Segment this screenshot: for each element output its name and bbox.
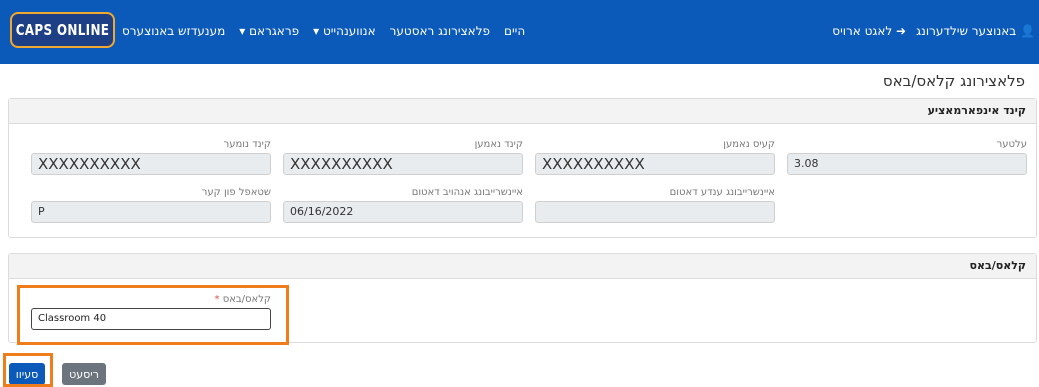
- user-menu-label: באנוצער שילדערונג: [916, 24, 1017, 38]
- nav-user-area: 👤 באנוצער שילדערונג ➜ לאגט ארויס: [832, 24, 1035, 38]
- child-info-header: קינד אינפארמאציע: [9, 99, 1036, 124]
- nav-programs-label: פראגראם: [249, 24, 300, 38]
- nav-attendance-label: אנווענהייט: [322, 24, 376, 38]
- user-icon: 👤: [1020, 24, 1035, 38]
- child-number-label: קינד נומער: [223, 139, 271, 150]
- child-info-card: קינד אינפארמאציע קינד נומער XXXXXXXXXX ק…: [8, 98, 1037, 238]
- chevron-down-icon: ▾: [239, 24, 246, 38]
- nav-item-manage-users[interactable]: מענעדזש באנוצערס: [122, 24, 225, 44]
- enrollment-end-label: איינשרייבונג ענדע דאטום: [669, 187, 775, 198]
- top-navbar: CAPS ONLINE היים פלאצירונג ראסטער אנווענ…: [0, 0, 1039, 64]
- page-title: פלאצירונג קלאס/באס: [882, 72, 1025, 90]
- enrollment-end-value: [535, 201, 775, 223]
- chevron-down-icon: ▾: [313, 24, 320, 38]
- nav-item-attendance[interactable]: אנווענהייט ▾: [313, 24, 376, 44]
- age-value: 3.08: [787, 153, 1027, 175]
- logout-link[interactable]: ➜ לאגט ארויס: [832, 24, 906, 38]
- logo-text: CAPS ONLINE: [15, 21, 110, 39]
- level-of-care-value: P: [31, 201, 271, 223]
- case-name-label: קעיס נאמען: [723, 139, 775, 150]
- case-name-field: קעיס נאמען XXXXXXXXXX: [535, 139, 775, 175]
- classroom-highlight-box: [17, 285, 289, 345]
- child-number-field: קינד נומער XXXXXXXXXX: [31, 139, 271, 175]
- enrollment-start-label: איינשרייבונג אנהויב דאטום: [411, 187, 523, 198]
- enrollment-start-field: איינשרייבונג אנהויב דאטום 06/16/2022: [283, 187, 523, 223]
- child-number-value: XXXXXXXXXX: [31, 153, 271, 175]
- nav-links: היים פלאצירונג ראסטער אנווענהייט ▾ פראגר…: [122, 24, 525, 44]
- level-of-care-label: שטאפל פון קער: [201, 187, 271, 198]
- child-name-field: קינד נאמען XXXXXXXXXX: [283, 139, 523, 175]
- nav-item-home[interactable]: היים: [504, 24, 525, 44]
- child-name-value: XXXXXXXXXX: [283, 153, 523, 175]
- classroom-header: קלאס/באס: [9, 254, 1036, 279]
- age-field: עלטער 3.08: [787, 139, 1027, 175]
- child-name-label: קינד נאמען: [474, 139, 523, 150]
- caps-online-logo[interactable]: CAPS ONLINE: [10, 12, 115, 48]
- reset-button[interactable]: ריסעט: [62, 363, 106, 385]
- age-label: עלטער: [996, 139, 1027, 150]
- enrollment-start-value: 06/16/2022: [283, 201, 523, 223]
- save-highlight-box: [3, 353, 53, 387]
- nav-item-placement-grid[interactable]: פלאצירונג ראסטער: [390, 24, 490, 44]
- nav-item-programs[interactable]: פראגראם ▾: [239, 24, 299, 44]
- user-menu[interactable]: 👤 באנוצער שילדערונג: [916, 24, 1035, 38]
- case-name-value: XXXXXXXXXX: [535, 153, 775, 175]
- enrollment-end-field: איינשרייבונג ענדע דאטום: [535, 187, 775, 223]
- logout-label: לאגט ארויס: [832, 24, 893, 38]
- level-of-care-field: שטאפל פון קער P: [31, 187, 271, 223]
- logout-icon: ➜: [896, 24, 907, 38]
